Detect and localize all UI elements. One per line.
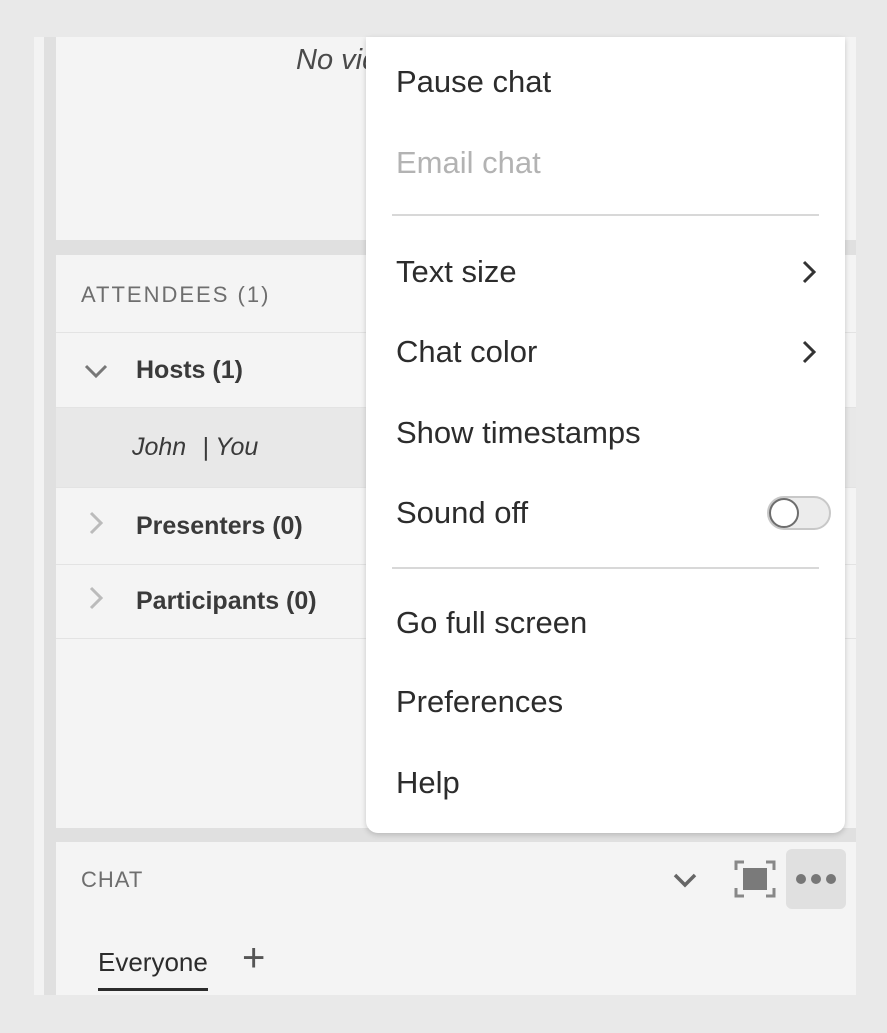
chevron-down-icon [56, 355, 136, 386]
chevron-right-icon [802, 340, 817, 364]
more-icon [796, 874, 836, 884]
left-strip [34, 37, 44, 995]
chevron-right-icon [56, 510, 136, 543]
group-label: Participants (0) [136, 587, 317, 615]
menu-item-chat-color[interactable]: Chat color [396, 327, 817, 377]
menu-item-go-full-screen[interactable]: Go full screen [396, 598, 817, 648]
menu-divider [392, 214, 819, 216]
menu-item-sound-off[interactable]: Sound off [396, 488, 831, 538]
menu-item-email-chat: Email chat [396, 138, 817, 188]
menu-label: Go full screen [396, 605, 588, 640]
menu-divider [392, 567, 819, 569]
chat-header: CHAT [81, 867, 144, 892]
chevron-right-icon [56, 585, 136, 618]
more-options-button[interactable] [786, 849, 846, 909]
add-tab-button[interactable]: + [242, 936, 265, 981]
menu-label: Text size [396, 254, 517, 289]
menu-label: Sound off [396, 495, 529, 530]
menu-label: Chat color [396, 334, 538, 369]
tab-everyone[interactable]: Everyone [98, 947, 208, 991]
menu-label: Show timestamps [396, 415, 641, 450]
attendee-name: John [132, 433, 187, 461]
menu-label: Preferences [396, 684, 564, 719]
menu-item-text-size[interactable]: Text size [396, 247, 817, 297]
menu-label: Help [396, 765, 460, 800]
attendees-header: ATTENDEES (1) [81, 282, 271, 307]
menu-item-show-timestamps[interactable]: Show timestamps [396, 408, 817, 458]
menu-item-help[interactable]: Help [396, 758, 817, 808]
menu-label: Pause chat [396, 64, 552, 99]
maximize-icon [734, 860, 776, 898]
you-label: | You [202, 433, 259, 461]
group-label: Presenters (0) [136, 511, 303, 540]
maximize-button[interactable] [732, 857, 778, 901]
menu-item-pause-chat[interactable]: Pause chat [396, 57, 817, 107]
menu-label: Email chat [396, 145, 541, 180]
sound-toggle[interactable] [767, 496, 831, 530]
menu-item-preferences[interactable]: Preferences [396, 677, 817, 727]
chevron-right-icon [802, 260, 817, 284]
collapse-button[interactable] [665, 860, 705, 900]
chevron-down-icon [673, 873, 697, 888]
chat-options-menu: Pause chat Email chat Text size Chat col… [366, 37, 845, 833]
group-label: Hosts (1) [136, 355, 243, 384]
